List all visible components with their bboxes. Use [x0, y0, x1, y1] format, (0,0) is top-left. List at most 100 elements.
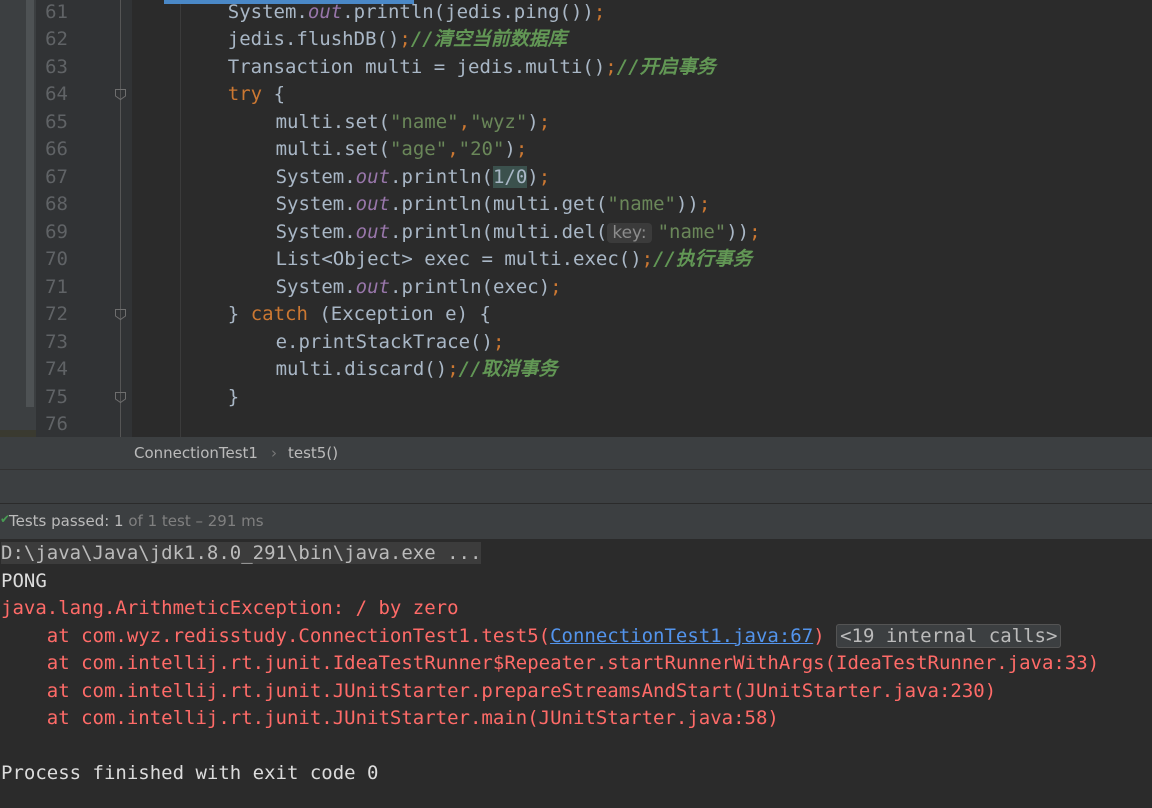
code-text: multi.discard(): [275, 358, 448, 380]
code-content[interactable]: System.out.println(jedis.ping());: [228, 0, 606, 26]
code-text: ): [527, 110, 539, 133]
tests-passed-count: 1: [114, 512, 124, 530]
code-content[interactable]: jedis.flushDB();//清空当前数据库: [228, 26, 567, 54]
line-number: 66: [45, 138, 68, 160]
code-line[interactable]: 61 System.out.println(jedis.ping());: [0, 0, 1152, 26]
code-line[interactable]: 64 try {: [0, 81, 1152, 109]
code-string: "wyz": [470, 110, 528, 133]
console-line: java.lang.ArithmeticException: / by zero: [1, 595, 459, 623]
tests-summary: of 1 test – 291 ms: [123, 512, 264, 530]
code-text: .println(: [390, 165, 493, 188]
code-text: (Exception e) {: [319, 303, 491, 325]
stacktrace-link[interactable]: ConnectionTest1.java:67: [550, 625, 813, 647]
test-status-text: Tests passed: 1 of 1 test – 291 ms: [9, 512, 264, 530]
code-string: "name": [607, 193, 676, 215]
parameter-hint: key:: [607, 222, 652, 243]
code-content[interactable]: multi.set("age","20");: [276, 136, 528, 164]
run-console[interactable]: D:\java\Java\jdk1.8.0_291\bin\java.exe .…: [0, 539, 1152, 808]
console-line: at com.intellij.rt.junit.IdeaTestRunner$…: [1, 650, 1099, 678]
code-text: multi.set(: [275, 110, 390, 133]
code-keyword: try: [227, 83, 274, 105]
fold-marker-icon[interactable]: [114, 391, 127, 404]
code-line[interactable]: 70 List<Object> exec = multi.exec();//执行事…: [0, 246, 1152, 274]
code-content[interactable]: e.printStackTrace();: [276, 329, 505, 357]
line-number: 67: [45, 165, 68, 188]
folded-internal-calls[interactable]: <19 internal calls>: [836, 623, 1062, 648]
code-keyword: ;: [605, 55, 617, 78]
code-content[interactable]: System.out.println(1/0);: [275, 164, 551, 192]
console-text: at com.wyz.redisstudy.ConnectionTest1.te…: [1, 624, 551, 647]
code-field: out: [355, 165, 390, 188]
code-line[interactable]: 68 System.out.println(multi.get("name"));: [0, 191, 1152, 219]
code-field: out: [355, 220, 390, 243]
code-keyword: ;: [538, 165, 551, 188]
code-line[interactable]: 69 System.out.println(multi.del(key: "name…: [0, 219, 1152, 247]
code-line[interactable]: 74 multi.discard();//取消事务: [0, 356, 1152, 384]
line-number: 75: [45, 385, 68, 408]
code-comment: //开启事务: [616, 55, 716, 78]
code-content[interactable]: multi.set("name","wyz");: [276, 109, 551, 137]
code-line[interactable]: 72} catch (Exception e) {: [0, 301, 1152, 329]
line-number: 69: [45, 220, 68, 243]
breadcrumb-separator: ›: [271, 444, 277, 462]
console-text: at com.intellij.rt.junit.JUnitStarter.pr…: [1, 679, 997, 702]
code-keyword: ;: [550, 275, 562, 298]
code-keyword: ;: [515, 138, 528, 160]
code-line[interactable]: 73 e.printStackTrace();: [0, 329, 1152, 357]
line-number: 70: [45, 248, 68, 270]
code-line[interactable]: 62 jedis.flushDB();//清空当前数据库: [0, 26, 1152, 54]
code-text: .println(jedis.ping()): [342, 0, 594, 23]
console-text: java.lang.ArithmeticException: / by zero: [1, 597, 459, 619]
code-content[interactable]: } catch (Exception e) {: [228, 301, 491, 329]
line-number: 65: [45, 110, 68, 133]
code-content[interactable]: }: [228, 384, 239, 412]
code-content[interactable]: try {: [228, 81, 285, 109]
code-text: }: [227, 303, 251, 325]
code-keyword: ;: [749, 220, 761, 243]
code-keyword: ,: [458, 110, 471, 133]
code-text: {: [273, 83, 286, 105]
code-comment: //执行事务: [653, 248, 752, 270]
code-text: .println(multi.get(: [390, 193, 608, 215]
code-text: System.: [275, 165, 356, 188]
line-number: 61: [45, 0, 68, 23]
run-tool-window-header: [0, 469, 1152, 504]
fold-marker-icon[interactable]: [114, 308, 127, 321]
console-text: ): [813, 624, 837, 647]
code-string: "20": [458, 138, 505, 160]
code-line[interactable]: 71 System.out.println(exec);: [0, 274, 1152, 302]
code-line[interactable]: 76: [0, 411, 1152, 437]
line-number: 64: [45, 83, 68, 105]
code-content[interactable]: multi.discard();//取消事务: [276, 356, 558, 384]
code-content[interactable]: List<Object> exec = multi.exec();//执行事务: [276, 246, 752, 274]
code-content[interactable]: System.out.println(exec);: [276, 274, 562, 302]
console-line: Process finished with exit code 0: [1, 760, 379, 788]
code-text: System.: [275, 275, 356, 298]
code-content[interactable]: System.out.println(multi.del(key: "name")…: [276, 219, 761, 248]
breadcrumb-class[interactable]: ConnectionTest1: [134, 444, 258, 462]
code-text: )): [726, 220, 750, 243]
code-content[interactable]: Transaction multi = jedis.multi();//开启事务: [228, 54, 716, 82]
code-line[interactable]: 66 multi.set("age","20");: [0, 136, 1152, 164]
code-keyword: ;: [447, 358, 459, 380]
console-text: Process finished with exit code 0: [1, 762, 379, 784]
code-line[interactable]: 65 multi.set("name","wyz");: [0, 109, 1152, 137]
code-editor[interactable]: 61 System.out.println(jedis.ping()); 62 jed…: [0, 0, 1152, 437]
code-content[interactable]: System.out.println(multi.get("name"));: [276, 191, 711, 219]
console-text: D:\java\Java\jdk1.8.0_291\bin\java.exe .…: [1, 542, 482, 564]
console-line: at com.wyz.redisstudy.ConnectionTest1.te…: [1, 623, 1062, 651]
code-string: "name": [657, 220, 727, 243]
breadcrumb-method[interactable]: test5(): [288, 444, 338, 462]
code-keyword: ;: [492, 330, 505, 353]
code-field: out: [307, 0, 343, 23]
code-line[interactable]: 67 System.out.println(1/0);: [0, 164, 1152, 192]
code-comment: //清空当前数据库: [410, 28, 567, 50]
code-line[interactable]: 75}: [0, 384, 1152, 412]
fold-marker-icon[interactable]: [114, 88, 127, 101]
line-number: 71: [45, 275, 68, 298]
code-comment: //取消事务: [458, 358, 558, 380]
console-line: PONG: [1, 568, 47, 596]
breadcrumb: ConnectionTest1 › test5(): [0, 437, 1152, 469]
line-number: 73: [45, 330, 68, 353]
code-line[interactable]: 63 Transaction multi = jedis.multi();//开启…: [0, 54, 1152, 82]
